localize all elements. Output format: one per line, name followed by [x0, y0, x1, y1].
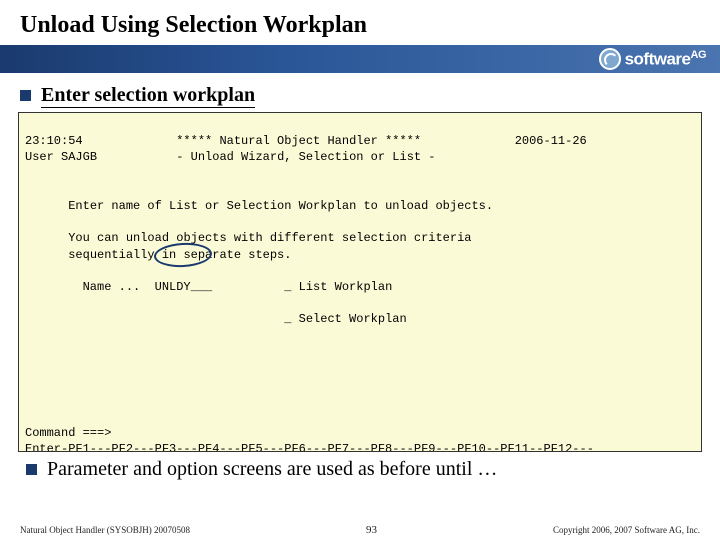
term-user: SAJGB	[61, 150, 97, 164]
opt-list-workplan[interactable]: _ List Workplan	[284, 280, 392, 294]
brand-bar: softwareAG	[0, 45, 720, 73]
page-number: 93	[366, 524, 377, 536]
term-subhead: - Unload Wizard, Selection or List -	[176, 150, 435, 164]
slide-title: Unload Using Selection Workplan	[0, 0, 720, 45]
footer-left: Natural Object Handler (SYSOBJH) 2007050…	[20, 525, 190, 535]
square-bullet-icon	[20, 90, 31, 101]
term-time: 23:10:54	[25, 134, 83, 148]
term-instr1: Enter name of List or Selection Workplan…	[68, 199, 493, 213]
term-instr2a: You can unload objects with different se…	[68, 231, 471, 245]
bullet-1-text: Enter selection workplan	[41, 83, 255, 108]
term-header: ***** Natural Object Handler *****	[176, 134, 421, 148]
name-label: Name ...	[83, 280, 141, 294]
pf-key-line: Enter-PF1---PF2---PF3---PF4---PF5---PF6-…	[25, 442, 594, 452]
bullet-1: Enter selection workplan	[20, 83, 700, 108]
term-user-label: User	[25, 150, 54, 164]
square-bullet-icon	[26, 464, 37, 475]
brand-text: softwareAG	[625, 49, 706, 70]
opt-select-workplan[interactable]: _ Select Workplan	[284, 312, 406, 326]
brand-logo: softwareAG	[599, 48, 706, 70]
command-input[interactable]: Command ===>	[25, 426, 111, 440]
name-input[interactable]: UNLDY___	[155, 280, 213, 294]
circle-annotation-icon	[153, 241, 212, 268]
brand-suffix: AG	[691, 49, 707, 61]
bullet-2: Parameter and option screens are used as…	[0, 452, 720, 481]
footer: Natural Object Handler (SYSOBJH) 2007050…	[0, 524, 720, 536]
term-date: 2006-11-26	[515, 134, 587, 148]
brand-name: software	[625, 49, 691, 68]
bullet-2-text: Parameter and option screens are used as…	[47, 458, 497, 481]
swirl-icon	[599, 48, 621, 70]
footer-right: Copyright 2006, 2007 Software AG, Inc.	[553, 525, 700, 535]
terminal-panel: 23:10:54 ***** Natural Object Handler **…	[18, 112, 702, 452]
